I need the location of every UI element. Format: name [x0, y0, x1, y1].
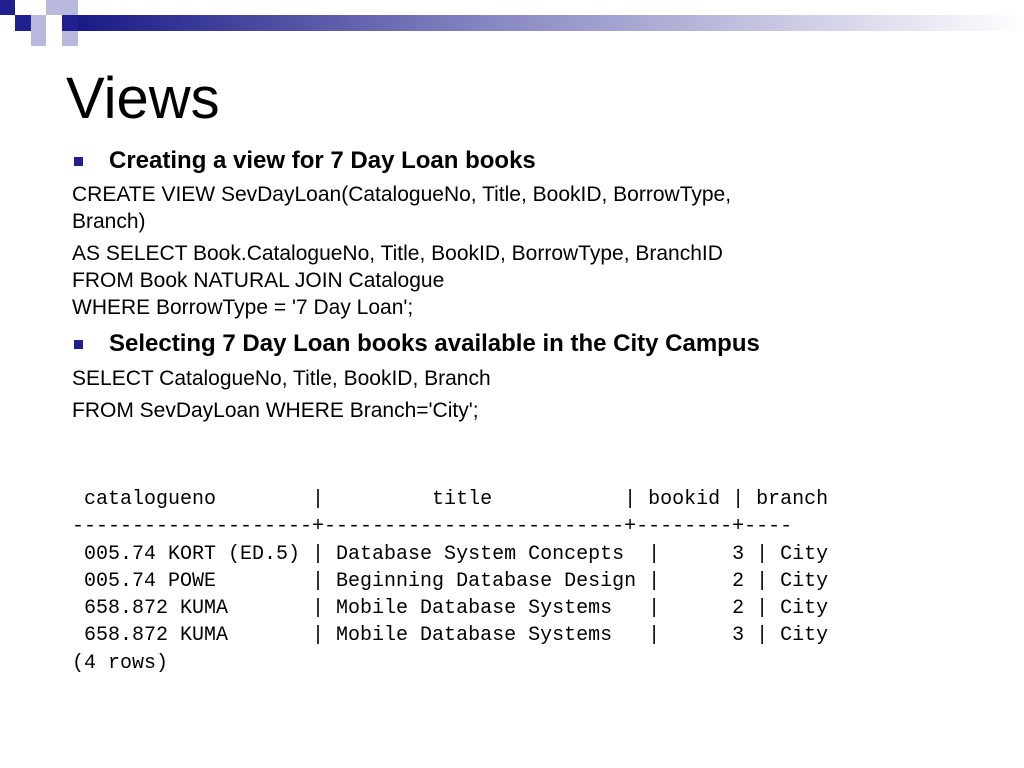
header-decoration [0, 0, 1024, 48]
decor-square [62, 15, 78, 31]
result-row: 005.74 POWE | Beginning Database Design … [72, 569, 829, 593]
sql-line: SELECT CatalogueNo, Title, BookID, Branc… [72, 367, 491, 390]
bullet-text: Creating a view for 7 Day Loan books [109, 147, 536, 174]
result-row: 658.872 KUMA | Mobile Database Systems |… [72, 597, 829, 621]
decor-square [0, 15, 15, 31]
bullet-square-icon [74, 340, 83, 349]
sql-paragraph: AS SELECT Book.CatalogueNo, Title, BookI… [72, 240, 972, 321]
query-result-output: catalogueno | title | bookid | branch ---… [72, 486, 828, 677]
header-gradient-bar [78, 15, 1024, 31]
decor-square [15, 0, 31, 15]
decor-square [31, 31, 46, 46]
bullet-text: Selecting 7 Day Loan books available in … [109, 330, 760, 357]
sql-paragraph: CREATE VIEW SevDayLoan(CatalogueNo, Titl… [72, 181, 972, 235]
bullet-square-icon [74, 157, 83, 166]
result-header: catalogueno | title | bookid | branch [72, 488, 829, 511]
decor-square [62, 31, 78, 46]
bullet-heading: Creating a view for 7 Day Loan books [72, 146, 972, 176]
sql-line: FROM Book NATURAL JOIN Catalogue [72, 269, 445, 292]
decor-square [46, 0, 62, 15]
sql-line: CREATE VIEW SevDayLoan(CatalogueNo, Titl… [72, 183, 732, 206]
sql-line: Branch) [72, 210, 146, 233]
decor-square [62, 0, 78, 15]
result-row: 658.872 KUMA | Mobile Database Systems |… [72, 624, 829, 648]
slide-title: Views [66, 66, 220, 131]
bullet-heading: Selecting 7 Day Loan books available in … [72, 329, 972, 359]
result-separator: --------------------+-------------------… [72, 515, 793, 539]
decor-square [46, 15, 62, 31]
result-footer: (4 rows) [72, 651, 169, 675]
decor-square [31, 15, 46, 31]
sql-line: AS SELECT Book.CatalogueNo, Title, BookI… [72, 242, 723, 265]
decor-square [15, 15, 31, 31]
sql-paragraph: FROM SevDayLoan WHERE Branch='City'; [72, 397, 972, 424]
result-row: 005.74 KORT (ED.5) | Database System Con… [72, 542, 829, 566]
slide-content: Creating a view for 7 Day Loan books CRE… [72, 146, 972, 429]
sql-line: FROM SevDayLoan WHERE Branch='City'; [72, 399, 479, 422]
sql-paragraph: SELECT CatalogueNo, Title, BookID, Branc… [72, 365, 972, 392]
decor-square [0, 0, 15, 15]
sql-line: WHERE BorrowType = '7 Day Loan'; [72, 296, 414, 319]
